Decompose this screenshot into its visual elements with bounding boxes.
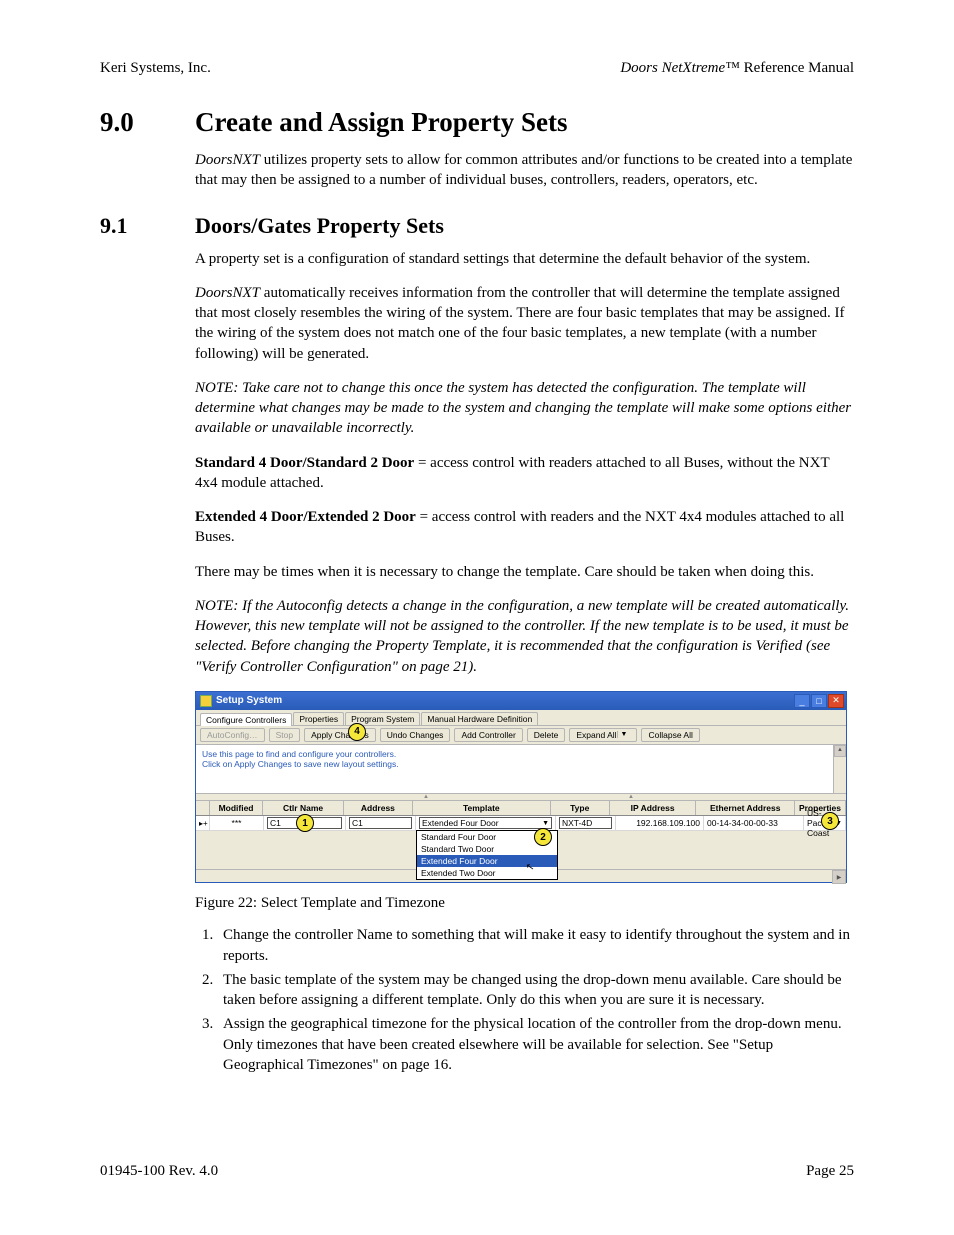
chevron-down-icon[interactable]: ▼ (542, 820, 549, 827)
tab-configure-controllers[interactable]: Configure Controllers (200, 713, 292, 726)
autoconfig-button[interactable]: AutoConfig… (200, 728, 265, 742)
ethernet-cell: 00-14-34-00-00-33 (704, 816, 804, 830)
add-controller-button[interactable]: Add Controller (454, 728, 522, 742)
header-manual: Doors NetXtreme™ Reference Manual (620, 60, 854, 77)
type-value: NXT-4D (562, 818, 592, 828)
ethernet-address-column-header[interactable]: Ethernet Address (696, 801, 794, 815)
steps-list: Change the controller Name to something … (195, 925, 854, 1075)
footer-doc-rev: 01945-100 Rev. 4.0 (100, 1163, 218, 1180)
step-1: Change the controller Name to something … (217, 925, 854, 966)
expand-column-header[interactable] (196, 801, 210, 815)
tab-properties[interactable]: Properties (293, 712, 344, 725)
section-title: Create and Assign Property Sets (195, 107, 568, 138)
ctlr-name-column-header[interactable]: Ctlr Name (263, 801, 344, 815)
scroll-up-icon[interactable]: ▲ (834, 745, 846, 757)
close-button[interactable]: ✕ (828, 694, 844, 708)
template-value: Extended Four Door (422, 818, 499, 828)
splitter-grip-icon[interactable] (611, 794, 651, 800)
modified-cell: *** (210, 816, 264, 830)
header-suffix: Reference Manual (740, 60, 854, 76)
template-cell[interactable]: Extended Four Door▼ Standard Four Door S… (416, 816, 556, 830)
section-number: 9.0 (100, 107, 195, 138)
figure-caption: Figure 22: Select Template and Timezone (195, 893, 854, 913)
template-column-header[interactable]: Template (413, 801, 551, 815)
callout-4: 4 (348, 723, 366, 741)
address-cell: C1 (346, 816, 416, 830)
para-auto-template: DoorsNXT automatically receives informat… (195, 283, 854, 364)
extended-door-label: Extended 4 Door/Extended 2 Door (195, 509, 416, 525)
ip-address-column-header[interactable]: IP Address (610, 801, 697, 815)
step-3: Assign the geographical timezone for the… (217, 1014, 854, 1075)
window-titlebar[interactable]: Setup System _ □ ✕ (196, 692, 846, 710)
delete-button[interactable]: Delete (527, 728, 566, 742)
note-autoconfig: NOTE: If the Autoconfig detects a change… (195, 596, 854, 677)
hint-scrollbar[interactable]: ▲ (833, 745, 846, 793)
collapse-all-button[interactable]: Collapse All (641, 728, 699, 742)
hint-panel: Use this page to find and configure your… (196, 745, 846, 794)
callout-1: 1 (296, 814, 314, 832)
type-cell: NXT-4D (556, 816, 616, 830)
intro-text: utilizes property sets to allow for comm… (195, 152, 852, 188)
para-change-template: There may be times when it is necessary … (195, 562, 854, 582)
para-definition: A property set is a configuration of sta… (195, 249, 854, 269)
product-name-italic: DoorsNXT (195, 285, 260, 301)
type-column-header[interactable]: Type (551, 801, 610, 815)
subsection-number: 9.1 (100, 213, 195, 239)
address-value: C1 (352, 818, 363, 828)
tab-manual-hardware[interactable]: Manual Hardware Definition (421, 712, 538, 725)
section-9-1-heading: 9.1 Doors/Gates Property Sets (100, 213, 854, 239)
section-9-0-heading: 9.0 Create and Assign Property Sets (100, 107, 854, 138)
para-extended-door: Extended 4 Door/Extended 2 Door = access… (195, 507, 854, 548)
header-product: Doors NetXtreme (620, 60, 725, 76)
header-company: Keri Systems, Inc. (100, 60, 211, 77)
app-icon (200, 695, 212, 707)
dropdown-option[interactable]: Extended Two Door (417, 867, 557, 879)
ctlr-name-value: C1 (270, 818, 281, 828)
scroll-right-icon[interactable]: ▶ (832, 870, 846, 884)
table-row[interactable]: ▸+ *** C1 1 C1 Extended Four Door▼ Stand… (196, 816, 846, 831)
expand-toggle[interactable]: ▸+ (196, 816, 210, 830)
tab-bar: Configure Controllers Properties Program… (196, 710, 846, 726)
setup-system-window: Setup System _ □ ✕ Configure Controllers… (195, 691, 847, 883)
expand-all-button[interactable]: Expand All▼ (569, 728, 637, 742)
window-title: Setup System (216, 695, 282, 706)
dropdown-option[interactable]: Standard Two Door (417, 843, 557, 855)
callout-2: 2 (534, 828, 552, 846)
note-care: NOTE: Take care not to change this once … (195, 378, 854, 439)
expand-all-label: Expand All (576, 730, 616, 740)
product-name-italic: DoorsNXT (195, 152, 260, 168)
step-2: The basic template of the system may be … (217, 970, 854, 1011)
stop-button[interactable]: Stop (269, 728, 301, 742)
ctlr-name-cell[interactable]: C1 1 (264, 816, 346, 830)
properties-cell[interactable]: US-Pacific Coast 3 ▼ (804, 816, 846, 830)
hint-line-2: Click on Apply Changes to save new layou… (202, 759, 840, 769)
modified-column-header[interactable]: Modified (210, 801, 263, 815)
intro-paragraph: DoorsNXT utilizes property sets to allow… (195, 150, 854, 191)
maximize-button[interactable]: □ (811, 694, 827, 708)
address-column-header[interactable]: Address (344, 801, 413, 815)
grid-header-row: Modified Ctlr Name Address Template Type… (196, 801, 846, 816)
footer-page-number: Page 25 (806, 1163, 854, 1180)
page-header: Keri Systems, Inc. Doors NetXtreme™ Refe… (100, 60, 854, 77)
chevron-down-icon[interactable]: ▼ (617, 731, 631, 738)
toolbar: AutoConfig… Stop Apply Changes 4 Undo Ch… (196, 726, 846, 745)
para-standard-door: Standard 4 Door/Standard 2 Door = access… (195, 453, 854, 494)
hint-line-1: Use this page to find and configure your… (202, 749, 840, 759)
ip-cell: 192.168.109.100 (616, 816, 704, 830)
callout-3: 3 (821, 812, 839, 830)
para-auto-template-text: automatically receives information from … (195, 285, 845, 362)
subsection-title: Doors/Gates Property Sets (195, 213, 444, 239)
grid-body: ▸+ *** C1 1 C1 Extended Four Door ▼ Stand… (196, 816, 846, 882)
undo-changes-button[interactable]: Undo Changes (380, 728, 451, 742)
dropdown-option-selected[interactable]: Extended Four Door (417, 855, 557, 867)
page-footer: 01945-100 Rev. 4.0 Page 25 (100, 1163, 854, 1180)
cursor-icon: ↖ (525, 861, 535, 873)
plus-icon[interactable]: + (203, 819, 208, 828)
splitter-row[interactable] (196, 794, 846, 801)
splitter-grip-icon[interactable] (406, 794, 446, 800)
minimize-button[interactable]: _ (794, 694, 810, 708)
standard-door-label: Standard 4 Door/Standard 2 Door (195, 455, 414, 471)
header-tm: ™ (725, 60, 740, 76)
